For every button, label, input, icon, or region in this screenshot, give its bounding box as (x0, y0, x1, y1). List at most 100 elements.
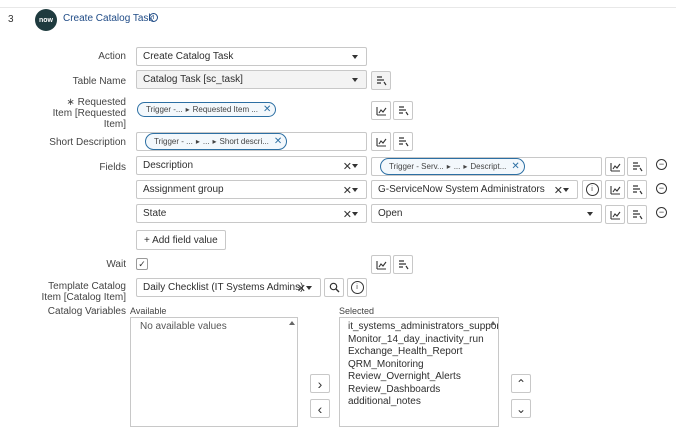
chart-button[interactable] (371, 255, 391, 274)
chart-button[interactable] (605, 180, 625, 199)
clear-icon[interactable]: ✕ (343, 208, 352, 221)
chevron-down-icon (352, 212, 358, 216)
data-pill-picker-icon (398, 137, 408, 147)
data-pill-picker-button[interactable] (393, 255, 413, 274)
field-name-select[interactable]: Description ✕ (136, 156, 367, 175)
short-description-field[interactable]: Trigger - ... ▸ ... ▸ Short descri... ✕ (136, 132, 367, 151)
fields-label: Fields (99, 162, 126, 173)
pill-segment: ... (453, 162, 461, 171)
search-button[interactable] (324, 278, 344, 297)
field-name-select[interactable]: Assignment group ✕ (136, 180, 367, 199)
table-name-value: Catalog Task [sc_task] (143, 74, 243, 85)
data-pill-picker-button[interactable] (627, 180, 647, 199)
short-description-label: Short Description (49, 137, 126, 148)
list-item[interactable]: Review_Overnight_Alerts (348, 371, 490, 384)
chevron-down-icon (587, 212, 593, 216)
data-pill-picker-button[interactable] (371, 71, 391, 90)
field-value-select[interactable]: Open (371, 204, 602, 223)
field-value: Open (378, 208, 403, 219)
table-name-select[interactable]: Catalog Task [sc_task] (136, 70, 367, 89)
field-value: G-ServiceNow System Administrators (378, 184, 545, 195)
check-icon: ✓ (138, 258, 146, 269)
selected-list[interactable]: it_systems_administrators_suppor Monitor… (339, 317, 499, 427)
clear-icon[interactable]: ✕ (343, 160, 352, 173)
action-value: Create Catalog Task (143, 51, 234, 62)
chevron-down-icon (352, 78, 358, 82)
chevron-down-icon (306, 286, 312, 290)
info-icon[interactable]: i (149, 13, 158, 22)
chart-button[interactable] (605, 157, 625, 176)
list-item[interactable]: Monitor_14_day_inactivity_run (348, 334, 490, 347)
move-down-button[interactable]: ⌄ (511, 399, 531, 418)
template-catalog-item-value: Daily Checklist (IT Systems Admins) (143, 282, 304, 293)
list-item[interactable]: it_systems_administrators_suppor (348, 321, 498, 334)
template-catalog-item-label: Template Catalog Item [Catalog Item] (20, 281, 126, 303)
clear-icon[interactable]: ✕ (343, 184, 352, 197)
field-value-field[interactable]: Trigger - Serv... ▸ ... ▸ Descript... ✕ (371, 157, 602, 176)
data-pill-picker-icon (632, 162, 642, 172)
scroll-up-icon[interactable] (490, 321, 496, 325)
requested-item-label-line2: Item [Requested (52, 108, 126, 119)
scroll-up-icon[interactable] (289, 321, 295, 325)
chart-button[interactable] (371, 101, 391, 120)
requested-item-data-pill[interactable]: Trigger -... ▸ Requested Item ... ✕ (137, 102, 277, 117)
requested-item-label-line3: Item] (103, 119, 126, 130)
data-pill-picker-button[interactable] (393, 101, 413, 120)
chart-icon (609, 186, 620, 195)
move-up-button[interactable]: ⌃ (511, 374, 531, 393)
move-right-button[interactable]: › (310, 374, 330, 393)
chart-button[interactable] (605, 205, 625, 224)
remove-pill-icon[interactable]: ✕ (511, 161, 519, 172)
data-pill-picker-icon (632, 185, 642, 195)
available-list[interactable]: No available values (130, 317, 298, 427)
requested-item-label: ∗ Requested Item [Requested Item] (20, 97, 126, 130)
chart-button[interactable] (371, 132, 391, 151)
chart-icon (375, 138, 386, 147)
list-item[interactable]: Exchange_Health_Report (348, 346, 490, 359)
remove-pill-icon[interactable]: ✕ (263, 104, 271, 115)
data-pill-picker-button[interactable] (627, 157, 647, 176)
template-label-line1: Template Catalog (48, 281, 126, 292)
info-button[interactable]: i (347, 278, 367, 297)
wait-checkbox[interactable]: ✓ (136, 258, 148, 270)
remove-row-icon[interactable]: − (656, 159, 667, 170)
pill-segment: ... (202, 137, 210, 146)
list-item[interactable]: Review_Dashboards (348, 384, 490, 397)
move-left-button[interactable]: ‹ (310, 399, 330, 418)
pill-segment: Requested Item ... (192, 105, 258, 114)
chart-icon (609, 211, 620, 220)
data-pill-picker-button[interactable] (627, 205, 647, 224)
list-item[interactable]: QRM_Monitoring (348, 359, 490, 372)
arrow-icon: ▸ (195, 137, 200, 146)
template-catalog-item-reference[interactable]: Daily Checklist (IT Systems Admins) ✕ (136, 278, 321, 297)
available-label: Available (130, 306, 167, 316)
search-icon (329, 282, 339, 293)
clear-icon[interactable]: ✕ (554, 184, 563, 197)
field-name-select[interactable]: State ✕ (136, 204, 367, 223)
field-value-reference[interactable]: G-ServiceNow System Administrators ✕ (371, 180, 578, 199)
remove-row-icon[interactable]: − (656, 183, 667, 194)
clear-icon[interactable]: ✕ (297, 282, 306, 295)
arrow-icon: ▸ (212, 137, 217, 146)
info-button[interactable]: i (582, 180, 602, 199)
remove-row-icon[interactable]: − (656, 207, 667, 218)
data-pill-picker-icon (398, 260, 408, 270)
template-label-line2: Item [Catalog Item] (41, 292, 126, 303)
chevron-right-icon: › (317, 375, 323, 392)
chevron-up-icon: ⌃ (515, 376, 527, 391)
action-select[interactable]: Create Catalog Task (136, 47, 367, 66)
data-pill-picker-button[interactable] (393, 132, 413, 151)
field-value-data-pill[interactable]: Trigger - Serv... ▸ ... ▸ Descript... ✕ (380, 158, 525, 175)
short-description-data-pill[interactable]: Trigger - ... ▸ ... ▸ Short descri... ✕ (145, 133, 288, 150)
remove-pill-icon[interactable]: ✕ (274, 136, 282, 147)
servicenow-logo: now (35, 9, 57, 31)
step-title[interactable]: Create Catalog Task (63, 13, 153, 24)
field-name-value: State (143, 208, 167, 219)
add-field-value-button[interactable]: + Add field value (136, 230, 226, 250)
list-item[interactable]: additional_notes (348, 396, 490, 409)
available-empty-text: No available values (140, 321, 227, 332)
table-name-label: Table Name (72, 76, 126, 87)
info-icon: i (350, 281, 364, 294)
field-name-value: Description (143, 160, 194, 171)
chevron-down-icon (352, 55, 358, 59)
